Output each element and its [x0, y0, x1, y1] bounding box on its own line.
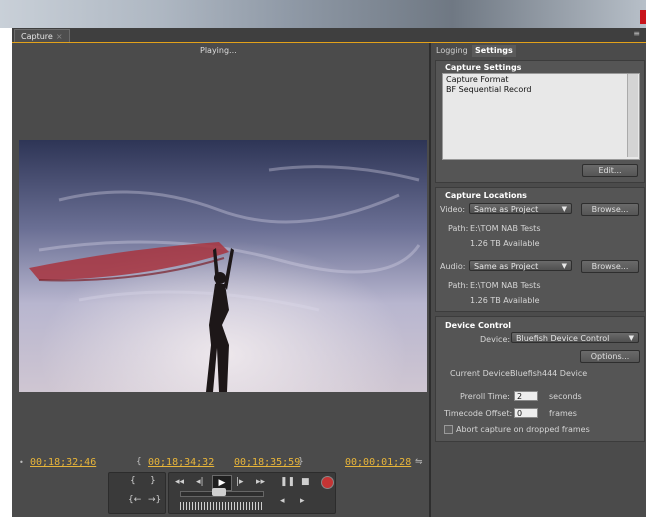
chevron-down-icon: ▼ [561, 262, 567, 270]
next-scene-icon[interactable]: ▸ [300, 495, 305, 507]
capture-panel: Capture × ≡ Playing... • 00;18;32;46 {0… [12, 28, 646, 517]
timecode-offset-input[interactable]: 0 [514, 408, 538, 418]
capture-settings-title: Capture Settings [445, 63, 522, 72]
device-label: Device: [480, 335, 511, 344]
set-out-icon[interactable]: } [150, 475, 156, 487]
preroll-label: Preroll Time: [460, 392, 510, 401]
abort-dropped-frames-checkbox[interactable] [444, 425, 453, 434]
go-to-out-icon[interactable]: →} [148, 494, 161, 506]
panel-highlight-line [12, 42, 646, 43]
playback-status: Playing... [200, 46, 237, 55]
tab-capture[interactable]: Capture × [14, 29, 70, 43]
panel-menu-icon[interactable]: ≡ [633, 29, 640, 38]
audio-available-space: 1.26 TB Available [470, 296, 540, 305]
device-value: Bluefish Device Control [516, 334, 610, 343]
stop-icon[interactable]: ■ [301, 476, 310, 488]
timecode-toggle-icon[interactable]: ⇋ [415, 457, 423, 467]
video-location-value: Same as Project [474, 205, 539, 214]
background-window-strip [0, 0, 646, 28]
current-timecode-right[interactable]: 00;18;35;59 [234, 457, 300, 468]
video-label: Video: [440, 205, 466, 214]
video-available-space: 1.26 TB Available [470, 239, 540, 248]
audio-label: Audio: [440, 262, 466, 271]
step-forward-icon[interactable]: |▸ [236, 476, 244, 488]
video-path-label: Path: [448, 224, 469, 233]
window-close-icon[interactable] [640, 10, 646, 24]
tab-logging[interactable]: Logging [433, 45, 471, 57]
in-point-timecode[interactable]: 00;18;32;46 [30, 457, 96, 468]
chevron-down-icon: ▼ [561, 205, 567, 213]
shuttle-knob[interactable] [212, 488, 226, 496]
list-scrollbar[interactable] [627, 74, 638, 157]
chevron-down-icon: ▼ [628, 334, 634, 342]
abort-dropped-frames-label: Abort capture on dropped frames [456, 425, 590, 434]
options-button[interactable]: Options... [580, 350, 640, 363]
device-dropdown[interactable]: Bluefish Device Control ▼ [511, 332, 639, 343]
timecode-offset-unit: frames [549, 409, 577, 418]
panel-tab-bar: Capture × ≡ [12, 28, 646, 43]
preroll-input[interactable]: 2 [514, 391, 538, 401]
edit-button[interactable]: Edit... [582, 164, 638, 177]
set-in-icon[interactable]: { [130, 475, 136, 487]
rewind-icon[interactable]: ◂◂ [175, 476, 184, 488]
video-preview [19, 140, 427, 392]
record-icon[interactable] [321, 476, 334, 489]
mark-controls-group [108, 472, 166, 514]
device-control-title: Device Control [445, 321, 512, 330]
audio-path-value: E:\TOM NAB Tests [470, 281, 541, 290]
audio-browse-button[interactable]: Browse... [581, 260, 639, 273]
mark-in-bracket-icon: { [136, 457, 142, 467]
jog-wheel[interactable] [180, 502, 262, 510]
go-to-in-icon[interactable]: {← [128, 494, 141, 506]
video-browse-button[interactable]: Browse... [581, 203, 639, 216]
timecode-offset-label: Timecode Offset: [444, 409, 513, 418]
current-timecode-left[interactable]: 00;18;34;32 [148, 457, 214, 468]
audio-location-dropdown[interactable]: Same as Project ▼ [469, 260, 572, 271]
capture-format-line: Capture Format [446, 75, 509, 84]
panel-divider [429, 43, 431, 517]
pause-icon[interactable]: ❚❚ [280, 476, 295, 488]
audio-path-label: Path: [448, 281, 469, 290]
step-back-icon[interactable]: ◂| [196, 476, 204, 488]
video-location-dropdown[interactable]: Same as Project ▼ [469, 203, 572, 214]
preroll-unit: seconds [549, 392, 582, 401]
current-device-label: Current Device: [450, 369, 513, 378]
video-path-value: E:\TOM NAB Tests [470, 224, 541, 233]
fast-forward-icon[interactable]: ▸▸ [256, 476, 265, 488]
duration-timecode[interactable]: 00;00;01;28 [345, 457, 411, 468]
tab-capture-label: Capture [21, 32, 53, 41]
capture-locations-title: Capture Locations [445, 191, 527, 200]
mark-out-bracket-icon: } [298, 457, 304, 467]
tab-settings[interactable]: Settings [472, 45, 516, 57]
prev-scene-icon[interactable]: ◂ [280, 495, 285, 507]
tab-close-icon[interactable]: × [56, 32, 63, 41]
current-device-value: Bluefish444 Device [510, 369, 588, 378]
audio-location-value: Same as Project [474, 262, 539, 271]
in-point-marker-icon: • [19, 458, 24, 467]
capture-format-value: BF Sequential Record [446, 85, 532, 94]
